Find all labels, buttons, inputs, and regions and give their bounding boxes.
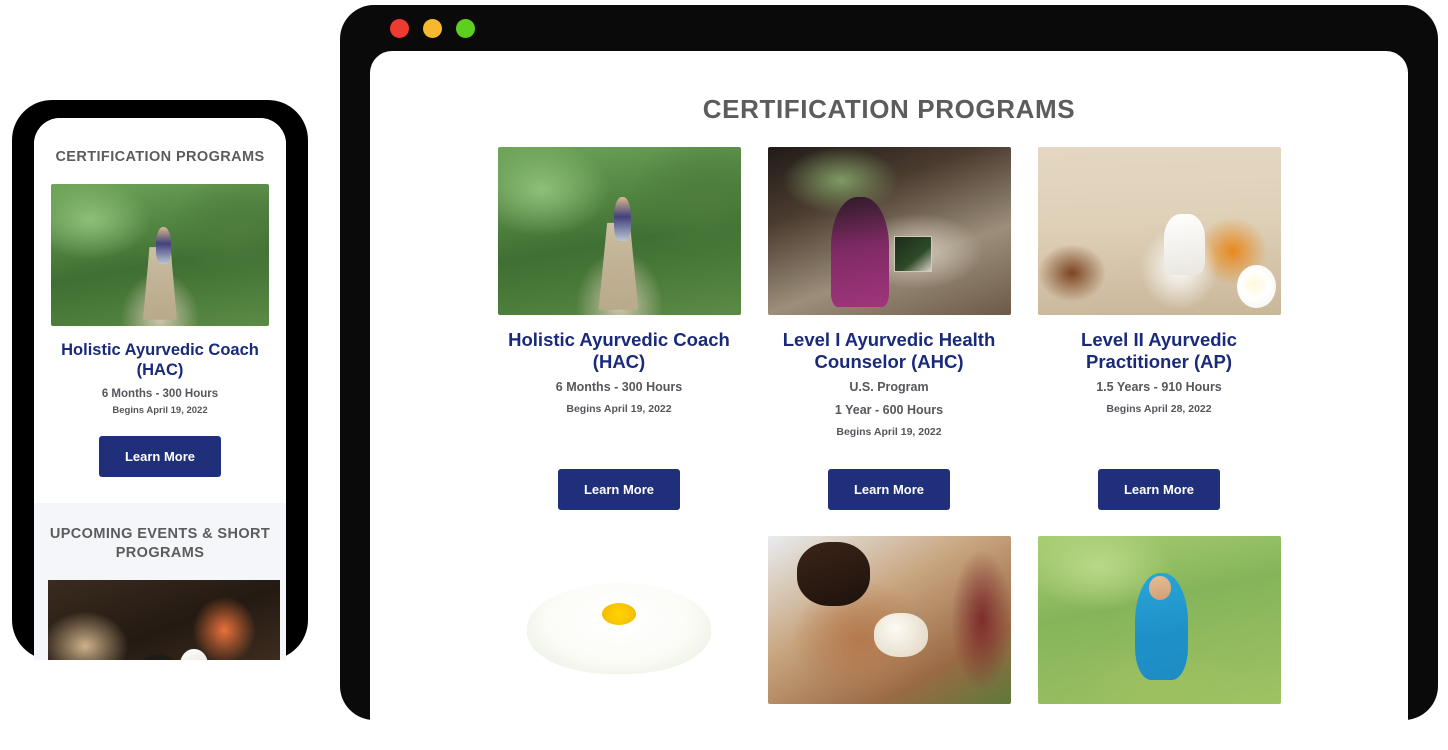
program-start-date: Begins April 19, 2022 xyxy=(566,403,672,415)
phone-program-image xyxy=(51,184,269,327)
page-title: CERTIFICATION PROGRAMS xyxy=(702,94,1076,124)
woman-with-laptop-pavilion-photo xyxy=(767,147,1011,315)
program-region: U.S. Program xyxy=(849,380,929,395)
panchakarma-massage-photo xyxy=(767,535,1011,704)
herbs-stones-bowl-photo xyxy=(48,579,280,660)
learn-more-button[interactable]: Learn More xyxy=(557,468,681,510)
program-title: Level III Ayurvedic Doctor (AD) xyxy=(496,718,742,720)
program-card[interactable]: Level II Ayurvedic Practitioner (AP) 1.5… xyxy=(1024,147,1294,536)
phone-program-title: Holistic Ayurvedic Coach (HAC) xyxy=(61,341,259,380)
phone-upcoming-events-image xyxy=(48,579,280,660)
program-title: Holistic Ayurvedic Coach (HAC) xyxy=(508,329,730,373)
phone-upcoming-events-heading: UPCOMING EVENTS & SHORT PROGRAMS xyxy=(49,526,271,561)
program-card[interactable]: Level III Ayurvedic Doctor (AD) xyxy=(484,536,754,720)
woman-on-suspension-bridge-photo xyxy=(51,184,269,327)
phone-section-heading: CERTIFICATION PROGRAMS xyxy=(55,149,265,165)
white-lotus-flower-photo xyxy=(498,536,741,704)
woman-meditating-in-grove-photo xyxy=(1037,535,1281,704)
card-button-row: Learn More xyxy=(1036,468,1282,510)
program-duration: 1 Year - 600 Hours xyxy=(834,403,944,417)
program-duration: 6 Months - 300 Hours xyxy=(555,380,683,395)
program-image xyxy=(1037,535,1281,704)
program-title: Level I Ayurvedic Health Counselor (AHC) xyxy=(1036,718,1282,720)
card-spacer xyxy=(1036,416,1282,439)
card-spacer xyxy=(496,416,742,439)
learn-more-button[interactable]: Learn More xyxy=(827,468,951,510)
program-image xyxy=(767,535,1011,704)
card-button-row: Learn More xyxy=(496,468,742,510)
phone-upcoming-events-section: UPCOMING EVENTS & SHORT PROGRAMS xyxy=(34,503,286,660)
phone-program-start-date: Begins April 19, 2022 xyxy=(112,405,208,417)
browser-mockup: CERTIFICATION PROGRAMS Holistic Ayurvedi… xyxy=(340,5,1438,720)
phone-learn-more-button[interactable]: Learn More xyxy=(98,436,222,478)
phone-program-duration: 6 Months - 300 Hours xyxy=(101,388,219,401)
close-icon[interactable] xyxy=(390,19,409,38)
phone-mockup: CERTIFICATION PROGRAMS Holistic Ayurvedi… xyxy=(12,100,308,660)
program-duration: 1.5 Years - 910 Hours xyxy=(1096,380,1222,395)
window-controls xyxy=(390,19,475,38)
program-title: Level I Ayurvedic Health Counselor (AHC) xyxy=(782,329,996,373)
woman-on-suspension-bridge-photo xyxy=(497,147,741,315)
program-start-date: Begins April 28, 2022 xyxy=(1106,403,1212,415)
program-image xyxy=(767,147,1011,315)
program-image xyxy=(497,147,741,315)
program-image xyxy=(1037,147,1281,315)
ayurvedic-herbs-mortar-photo xyxy=(1037,147,1281,315)
program-card[interactable]: Panchakarma Technician Certification xyxy=(754,535,1024,720)
program-image xyxy=(498,536,741,704)
phone-screen: CERTIFICATION PROGRAMS Holistic Ayurvedi… xyxy=(34,118,286,660)
card-button-row: Learn More xyxy=(766,468,1012,510)
browser-viewport: CERTIFICATION PROGRAMS Holistic Ayurvedi… xyxy=(370,51,1408,720)
phone-certification-section: CERTIFICATION PROGRAMS Holistic Ayurvedi… xyxy=(34,118,286,504)
program-title: Panchakarma Technician Certification xyxy=(766,718,1012,720)
program-card[interactable]: Holistic Ayurvedic Coach (HAC) 6 Months … xyxy=(484,147,754,536)
program-card[interactable]: Level I Ayurvedic Health Counselor (AHC) xyxy=(1024,535,1294,720)
maximize-icon[interactable] xyxy=(456,19,475,38)
program-title: Level II Ayurvedic Practitioner (AP) xyxy=(1081,329,1237,373)
program-start-date: Begins April 19, 2022 xyxy=(836,425,942,438)
learn-more-button[interactable]: Learn More xyxy=(1097,468,1221,510)
program-card[interactable]: Level I Ayurvedic Health Counselor (AHC)… xyxy=(754,147,1024,536)
certification-programs-grid: Holistic Ayurvedic Coach (HAC) 6 Months … xyxy=(370,125,1408,720)
minimize-icon[interactable] xyxy=(423,19,442,38)
